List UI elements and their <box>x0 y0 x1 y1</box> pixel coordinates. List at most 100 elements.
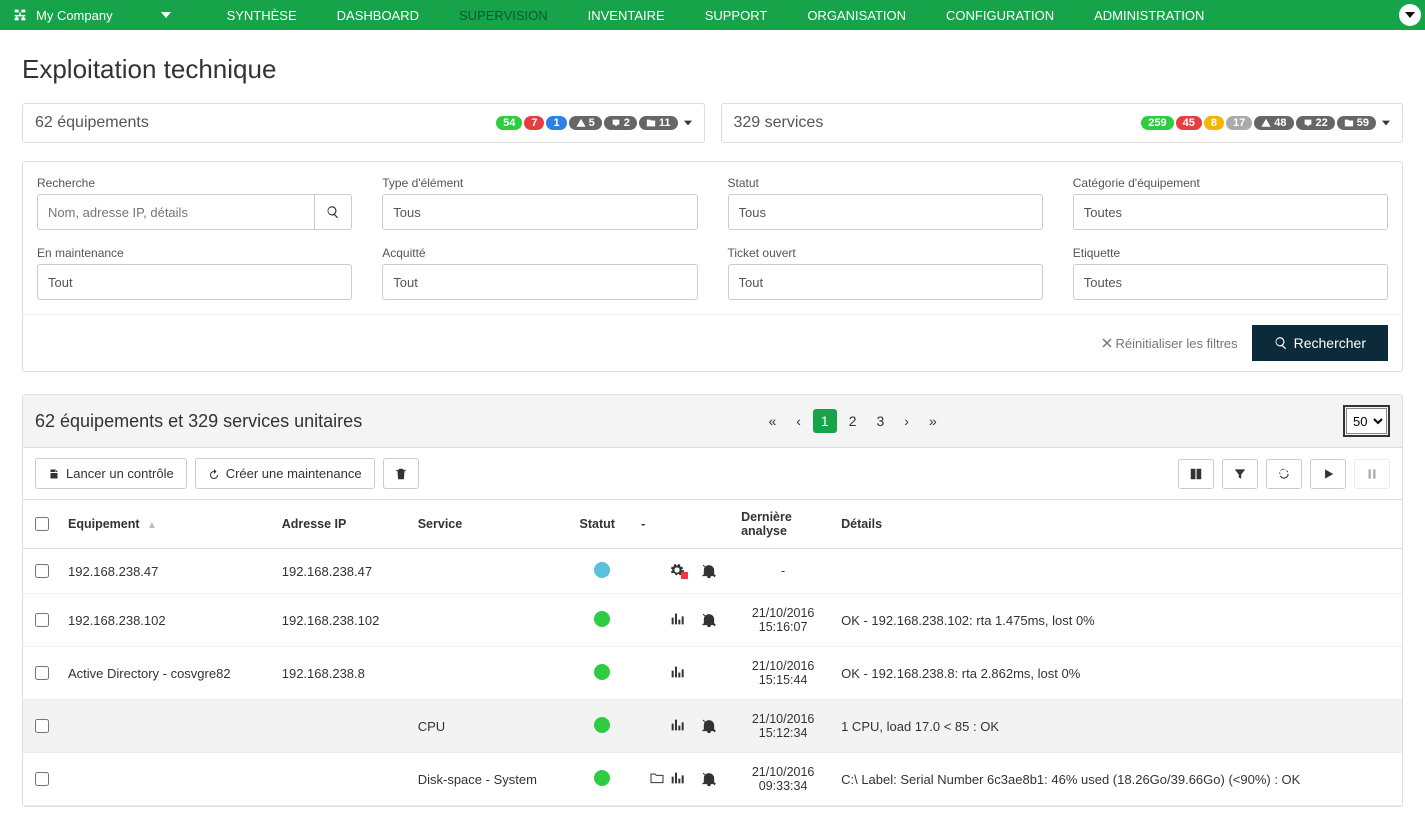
col-statut[interactable]: Statut <box>572 500 634 549</box>
col-last[interactable]: Dernière analyse <box>733 500 833 549</box>
cell-icons <box>633 700 693 753</box>
cell-details: C:\ Label: Serial Number 6c3ae8b1: 46% u… <box>833 753 1402 806</box>
col-service[interactable]: Service <box>410 500 572 549</box>
nav-synthese[interactable]: SYNTHÈSE <box>207 0 317 30</box>
launch-control-label: Lancer un contrôle <box>66 466 174 481</box>
col-details[interactable]: Détails <box>833 500 1402 549</box>
equip-warn-badge[interactable]: 5 <box>569 116 602 130</box>
filter-ticket: Ticket ouvert <box>728 246 1043 300</box>
company-selector[interactable]: My Company <box>6 0 177 30</box>
create-maintenance-button[interactable]: Créer une maintenance <box>195 458 375 489</box>
page-next[interactable]: › <box>896 409 917 433</box>
select-type[interactable] <box>382 194 697 230</box>
search-icon-button[interactable] <box>314 194 352 230</box>
status-dot <box>594 611 610 627</box>
cell-last: 21/10/2016 15:16:07 <box>733 594 833 647</box>
select-statut[interactable] <box>728 194 1043 230</box>
serv-menu-toggle[interactable] <box>1382 119 1390 127</box>
nav-administration[interactable]: ADMINISTRATION <box>1074 0 1224 30</box>
refresh-button[interactable] <box>1266 459 1302 489</box>
serv-crit-badge[interactable]: 45 <box>1176 116 1202 130</box>
equip-maint-count: 11 <box>659 117 671 129</box>
serv-warning-badge[interactable]: 48 <box>1254 116 1293 130</box>
bell-off-icon[interactable] <box>701 718 725 734</box>
chart-icon[interactable] <box>669 611 685 627</box>
search-input[interactable] <box>37 194 314 230</box>
serv-ack-badge[interactable]: 22 <box>1296 116 1335 130</box>
folder-icon[interactable] <box>649 770 665 786</box>
cell-last: 21/10/2016 15:15:44 <box>733 647 833 700</box>
summary-equipments: 62 équipements 54 7 1 5 2 <box>22 103 705 143</box>
nav-organisation[interactable]: ORGANISATION <box>787 0 926 30</box>
equip-menu-toggle[interactable] <box>684 119 692 127</box>
cell-service: CPU <box>410 700 572 753</box>
filter-categorie: Catégorie d'équipement <box>1073 176 1388 230</box>
row-checkbox[interactable] <box>35 772 49 786</box>
equip-ok-badge[interactable]: 54 <box>496 116 522 130</box>
select-all-checkbox[interactable] <box>35 517 49 531</box>
page-first[interactable]: « <box>760 409 784 433</box>
equip-crit-badge[interactable]: 7 <box>524 116 544 130</box>
summary-equipments-title: 62 équipements <box>35 114 149 132</box>
col-equipement[interactable]: Equipement ▲ <box>60 500 274 549</box>
equip-pending-badge[interactable]: 1 <box>546 116 566 130</box>
results-panel: 62 équipements et 329 services unitaires… <box>22 394 1403 807</box>
filter-button[interactable] <box>1222 459 1258 489</box>
summary-services: 329 services 259 45 8 17 48 22 <box>721 103 1404 143</box>
nav-support[interactable]: SUPPORT <box>685 0 788 30</box>
page-1[interactable]: 1 <box>813 409 837 433</box>
cell-service: Disk-space - System <box>410 753 572 806</box>
page-last[interactable]: » <box>921 409 945 433</box>
bell-off-icon[interactable] <box>701 771 725 787</box>
chart-icon[interactable] <box>669 770 685 786</box>
bell-off-icon[interactable] <box>701 563 725 579</box>
page-2[interactable]: 2 <box>841 409 865 433</box>
cell-details: OK - 192.168.238.8: rta 2.862ms, lost 0% <box>833 647 1402 700</box>
cell-bell <box>693 700 733 753</box>
page-3[interactable]: 3 <box>869 409 893 433</box>
columns-button[interactable] <box>1178 459 1214 489</box>
cell-bell <box>693 753 733 806</box>
chart-icon[interactable] <box>669 664 685 680</box>
bell-off-icon[interactable] <box>701 612 725 628</box>
row-checkbox[interactable] <box>35 666 49 680</box>
row-checkbox[interactable] <box>35 564 49 578</box>
reset-filters[interactable]: Réinitialiser les filtres <box>1102 336 1238 351</box>
chart-icon[interactable] <box>669 717 685 733</box>
nav-inventaire[interactable]: INVENTAIRE <box>568 0 685 30</box>
delete-button[interactable] <box>383 458 419 489</box>
select-ack[interactable] <box>382 264 697 300</box>
cell-status <box>572 647 634 700</box>
row-checkbox[interactable] <box>35 613 49 627</box>
nav-dashboard[interactable]: DASHBOARD <box>317 0 439 30</box>
cell-ip: 192.168.238.102 <box>274 594 410 647</box>
serv-warn-badge[interactable]: 8 <box>1204 116 1224 130</box>
cell-ip: 192.168.238.8 <box>274 647 410 700</box>
cell-equip: Active Directory - cosvgre82 <box>60 647 274 700</box>
col-adresseip[interactable]: Adresse IP <box>274 500 410 549</box>
equip-maint-badge[interactable]: 11 <box>639 116 678 130</box>
gear-icon[interactable] <box>669 562 685 578</box>
select-ticket[interactable] <box>728 264 1043 300</box>
serv-ok-badge[interactable]: 259 <box>1141 116 1173 130</box>
equip-ack-badge[interactable]: 2 <box>604 116 637 130</box>
pause-button[interactable] <box>1354 459 1390 489</box>
serv-ack-count: 22 <box>1316 117 1328 129</box>
launch-control-button[interactable]: Lancer un contrôle <box>35 458 187 489</box>
status-dot <box>594 664 610 680</box>
filters-panel: Recherche Type d'élément Statut Catégori… <box>22 161 1403 372</box>
play-button[interactable] <box>1310 459 1346 489</box>
nav-supervision[interactable]: SUPERVISION <box>439 0 568 30</box>
page-size-select[interactable]: 50 <box>1346 408 1387 434</box>
select-maint[interactable] <box>37 264 352 300</box>
nav-configuration[interactable]: CONFIGURATION <box>926 0 1074 30</box>
page-prev[interactable]: ‹ <box>788 409 809 433</box>
serv-maint-badge[interactable]: 59 <box>1337 116 1376 130</box>
search-button[interactable]: Rechercher <box>1252 325 1388 361</box>
serv-unknown-badge[interactable]: 17 <box>1226 116 1252 130</box>
select-etiquette[interactable] <box>1073 264 1388 300</box>
row-checkbox[interactable] <box>35 719 49 733</box>
cell-ip <box>274 700 410 753</box>
panel-toggle[interactable] <box>1399 4 1421 26</box>
select-categorie[interactable] <box>1073 194 1388 230</box>
